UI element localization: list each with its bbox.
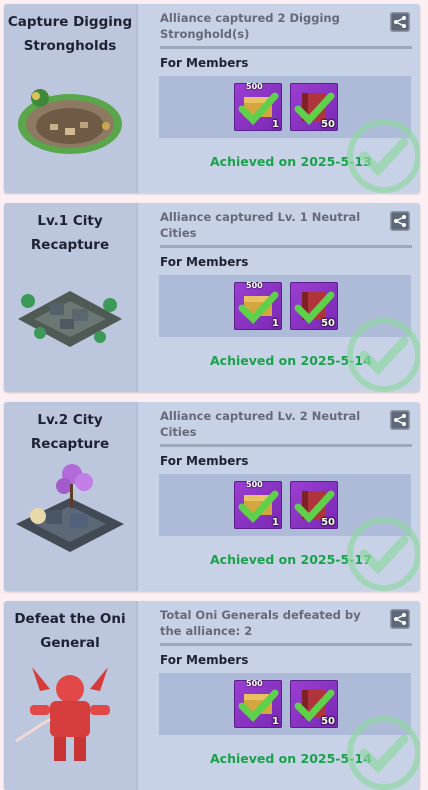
check-watermark-icon	[347, 517, 420, 591]
card-description: Alliance captured Lv. 1 Neutral Cities	[160, 210, 361, 240]
achievement-card: Defeat the Oni General Total Oni General…	[4, 601, 420, 790]
divider	[160, 444, 412, 447]
item-count: 1	[272, 517, 279, 528]
achievement-card: Lv.1 City Recapture Alliance captured Lv…	[4, 203, 420, 392]
rewards-label: For Members	[160, 56, 249, 70]
card-left-panel: Defeat the Oni General	[4, 601, 138, 790]
reward-item-chest[interactable]: 500 1	[234, 83, 282, 131]
share-button[interactable]	[390, 609, 410, 629]
check-watermark-icon	[347, 716, 420, 790]
share-icon	[394, 613, 406, 625]
item-count: 1	[272, 716, 279, 727]
item-count: 1	[272, 119, 279, 130]
reward-item-book[interactable]: 50	[290, 481, 338, 529]
reward-item-book[interactable]: 50	[290, 680, 338, 728]
reward-item-chest[interactable]: 500 1	[234, 680, 282, 728]
card-left-panel: Lv.2 City Recapture	[4, 402, 138, 591]
item-count: 50	[321, 716, 335, 727]
share-icon	[394, 16, 406, 28]
card-title: Lv.2 City Recapture	[30, 412, 110, 452]
card-title: Lv.1 City Recapture	[30, 213, 110, 253]
item-tag: 500	[246, 282, 263, 290]
rewards-label: For Members	[160, 255, 249, 269]
lv2-city-art	[16, 464, 124, 552]
share-button[interactable]	[390, 211, 410, 231]
share-icon	[394, 414, 406, 426]
share-button[interactable]	[390, 12, 410, 32]
achievement-card: Lv.2 City Recapture Alliance captured Lv…	[4, 402, 420, 591]
card-title: Capture Digging Strongholds	[7, 14, 133, 54]
card-description: Alliance captured Lv. 2 Neutral Cities	[160, 409, 361, 439]
item-tag: 500	[246, 680, 263, 688]
card-left-panel: Capture Digging Strongholds	[4, 4, 138, 193]
item-count: 1	[272, 318, 279, 329]
item-tag: 500	[246, 83, 263, 91]
reward-item-book[interactable]: 50	[290, 83, 338, 131]
card-description: Alliance captured 2 Digging Stronghold(s…	[160, 11, 340, 41]
divider	[160, 245, 412, 248]
rewards-label: For Members	[160, 653, 249, 667]
check-watermark-icon	[347, 318, 420, 392]
item-count: 50	[321, 119, 335, 130]
digging-crater-art	[18, 89, 122, 154]
share-button[interactable]	[390, 410, 410, 430]
card-description: Total Oni Generals defeated by the allia…	[160, 608, 361, 638]
oni-general-art	[15, 667, 110, 761]
rewards-label: For Members	[160, 454, 249, 468]
share-icon	[394, 215, 406, 227]
item-count: 50	[321, 517, 335, 528]
reward-item-book[interactable]: 50	[290, 282, 338, 330]
divider	[160, 46, 412, 49]
achievement-card: Capture Digging Strongholds Alliance cap…	[4, 4, 420, 193]
card-left-panel: Lv.1 City Recapture	[4, 203, 138, 392]
item-count: 50	[321, 318, 335, 329]
lv1-city-art	[18, 291, 122, 347]
divider	[160, 643, 412, 646]
check-watermark-icon	[347, 119, 420, 193]
reward-item-chest[interactable]: 500 1	[234, 282, 282, 330]
reward-item-chest[interactable]: 500 1	[234, 481, 282, 529]
card-title: Defeat the Oni General	[14, 611, 126, 651]
item-tag: 500	[246, 481, 263, 489]
